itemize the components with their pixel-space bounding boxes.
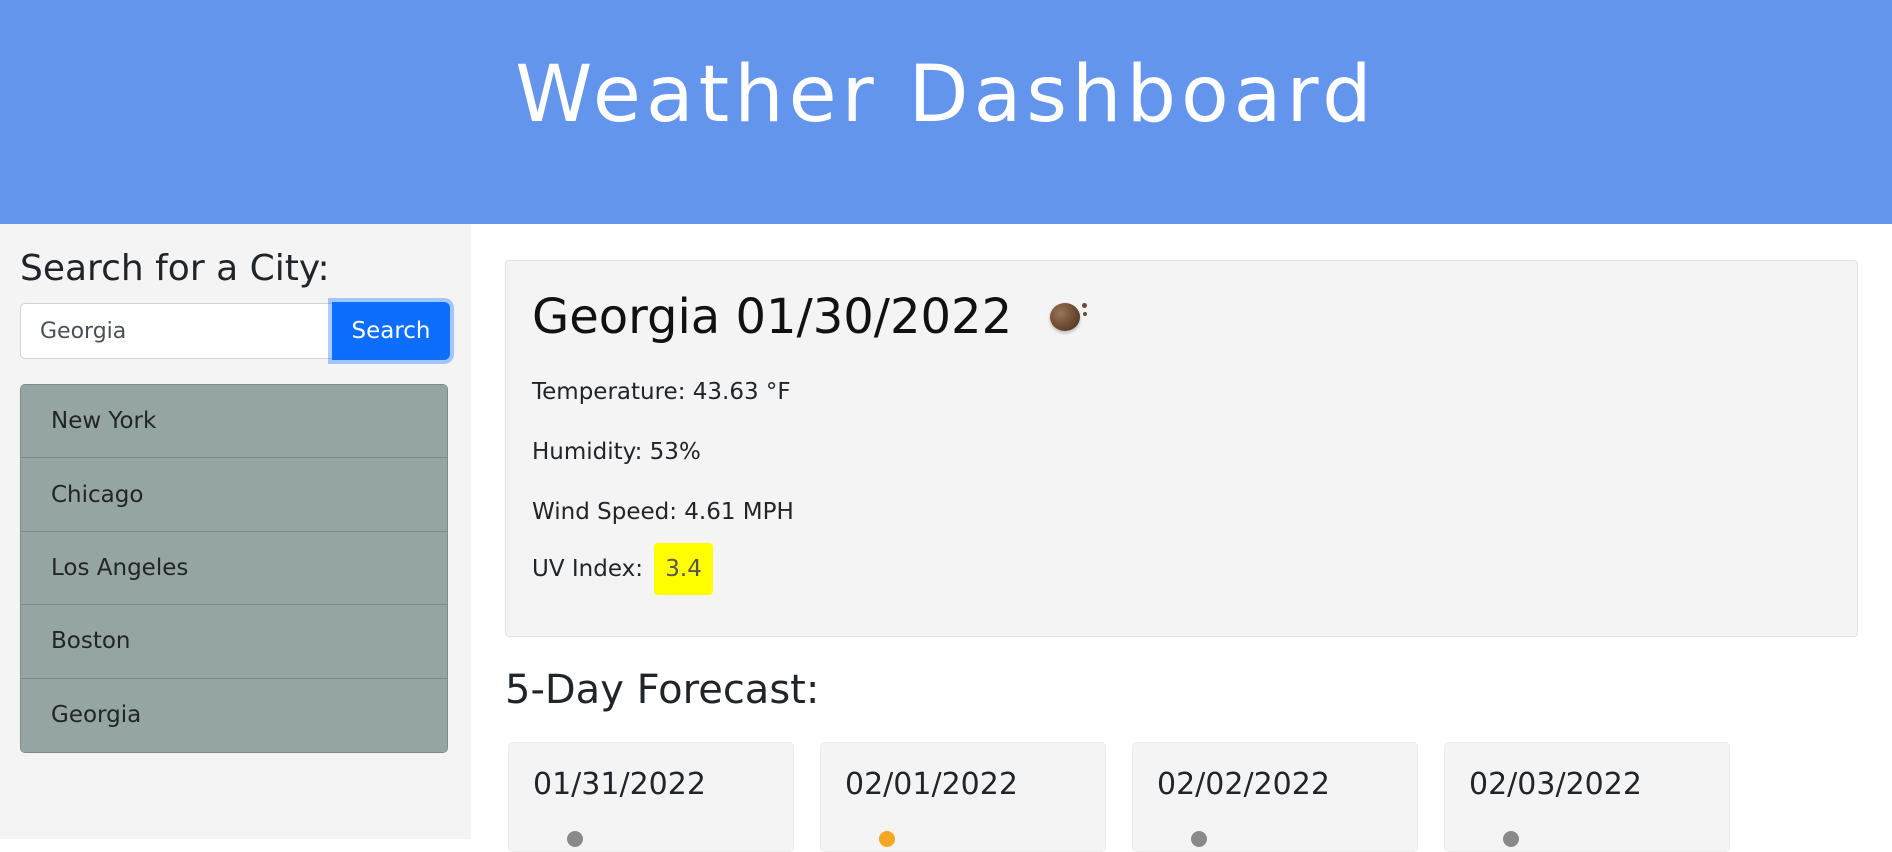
search-heading: Search for a City: — [20, 248, 330, 289]
forecast-card: 02/03/2022 — [1444, 742, 1730, 852]
temperature-text: Temperature: 43.63 °F — [532, 379, 791, 405]
forecast-date: 01/31/2022 — [533, 767, 706, 802]
humidity-text: Humidity: 53% — [532, 439, 701, 465]
city-history-list: New York Chicago Los Angeles Boston Geor… — [20, 384, 448, 753]
forecast-card: 02/01/2022 — [820, 742, 1106, 852]
sun-icon — [879, 831, 895, 847]
city-item-new-york[interactable]: New York — [21, 385, 447, 459]
city-item-los-angeles[interactable]: Los Angeles — [21, 531, 447, 606]
page-header: Weather Dashboard — [0, 0, 1892, 224]
city-item-georgia[interactable]: Georgia — [21, 678, 447, 752]
forecast-card: 02/02/2022 — [1132, 742, 1418, 852]
wind-speed-text: Wind Speed: 4.61 MPH — [532, 499, 794, 525]
forecast-card: 01/31/2022 — [508, 742, 794, 852]
forecast-date: 02/03/2022 — [1469, 767, 1642, 802]
forecast-date: 02/02/2022 — [1157, 767, 1330, 802]
uv-index-row: UV Index: 3.4 — [532, 543, 713, 595]
search-button[interactable]: Search — [332, 302, 450, 360]
forecast-date: 02/01/2022 — [845, 767, 1018, 802]
cloud-icon — [1191, 831, 1207, 847]
forecast-title: 5-Day Forecast: — [505, 667, 820, 713]
city-item-chicago[interactable]: Chicago — [21, 458, 447, 532]
city-search-input[interactable] — [20, 303, 336, 359]
city-item-boston[interactable]: Boston — [21, 605, 447, 679]
current-city-date: Georgia 01/30/2022 — [532, 289, 1013, 345]
cloud-icon — [1503, 831, 1519, 847]
sidebar: Search for a City: Search New York Chica… — [0, 224, 471, 839]
current-weather-card: Georgia 01/30/2022 Temperature: 43.63 °F… — [505, 260, 1858, 637]
uv-index-label: UV Index: — [532, 556, 643, 582]
page-title: Weather Dashboard — [515, 50, 1377, 140]
uv-index-badge: 3.4 — [654, 543, 713, 595]
weather-icon — [1046, 297, 1090, 341]
cloud-icon — [567, 831, 583, 847]
